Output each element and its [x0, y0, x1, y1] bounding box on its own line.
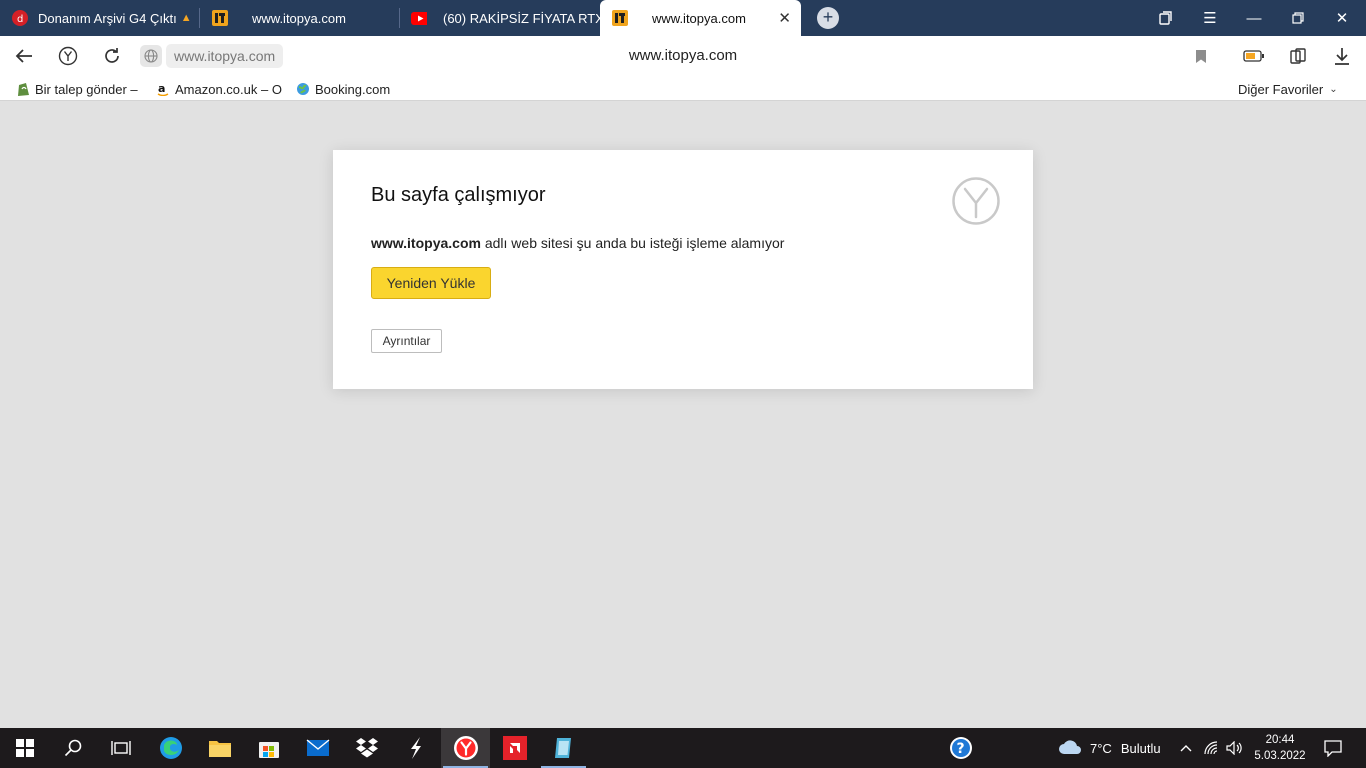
tab-youtube[interactable]: (60) RAKİPSİZ FİYATA RTX 3	[400, 0, 600, 36]
close-tab-icon[interactable]: ✕	[778, 9, 791, 27]
other-bookmarks-button[interactable]: Diğer Favoriler ⌄	[1238, 80, 1338, 98]
other-bookmarks-label: Diğer Favoriler	[1238, 81, 1324, 97]
volume-icon[interactable]	[1226, 728, 1242, 768]
start-button[interactable]	[0, 728, 49, 768]
svg-text:a: a	[158, 82, 165, 95]
help-icon[interactable]: ?	[936, 728, 985, 768]
taskbar: ? 7°C Bulutlu 20:44 5.03.2022	[0, 728, 1366, 768]
url-text[interactable]: www.itopya.com	[166, 44, 284, 68]
clock-date: 5.03.2022	[1254, 750, 1306, 762]
tab-strip: d Donanım Arşivi G4 Çıktı ▲ www.itopya.c…	[0, 0, 1366, 36]
weather-text: Bulutlu	[1120, 740, 1161, 756]
error-message: www.itopya.com adlı web sitesi şu anda b…	[371, 235, 784, 251]
yandex-browser-taskbar-icon[interactable]	[441, 728, 490, 768]
menu-icon[interactable]: ☰	[1188, 0, 1232, 36]
back-button[interactable]	[7, 36, 41, 76]
error-site: www.itopya.com	[371, 235, 481, 251]
reload-button[interactable]: Yeniden Yükle	[371, 267, 491, 299]
tab-title: www.itopya.com	[652, 10, 746, 26]
tab-title: Donanım Arşivi G4 Çıktı	[38, 10, 177, 26]
restore-button[interactable]	[1276, 0, 1320, 36]
tab-title: (60) RAKİPSİZ FİYATA RTX 3	[443, 10, 600, 26]
cloud-icon	[1058, 739, 1082, 758]
bookmark-label: Bir talep gönder –	[35, 81, 138, 97]
mail-icon[interactable]	[293, 728, 342, 768]
tab-itopya-active[interactable]: www.itopya.com ✕	[600, 0, 801, 36]
download-icon[interactable]	[1325, 36, 1359, 76]
error-message-text: adlı web sitesi şu anda bu isteği işleme…	[480, 235, 785, 251]
tab-itopya-1[interactable]: www.itopya.com	[200, 0, 400, 36]
yandex-home-button[interactable]	[51, 36, 85, 76]
task-view-icon[interactable]	[96, 728, 145, 768]
edge-icon[interactable]	[146, 728, 195, 768]
bookmark-icon[interactable]	[1184, 36, 1218, 76]
reload-icon[interactable]	[95, 36, 129, 76]
shopify-icon	[16, 82, 30, 96]
globe-icon	[296, 82, 310, 96]
amazon-icon: a	[156, 82, 170, 96]
search-icon[interactable]	[48, 728, 97, 768]
weather-temp: 7°C	[1090, 740, 1112, 756]
show-hidden-icons-chevron-icon[interactable]	[1180, 728, 1192, 768]
tab-donanim-arsivi[interactable]: d Donanım Arşivi G4 Çıktı ▲	[0, 0, 200, 36]
page-content: Bu sayfa çalışmıyor www.itopya.com adlı …	[0, 101, 1366, 728]
amd-software-icon[interactable]	[490, 728, 539, 768]
notification-center-icon[interactable]	[1324, 728, 1342, 768]
bookmark-label: Amazon.co.uk – O	[175, 81, 282, 97]
bookmark-item[interactable]: Booking.com	[296, 80, 390, 98]
battery-saver-icon[interactable]	[1237, 36, 1271, 76]
network-icon[interactable]	[1204, 728, 1220, 768]
fire-icon: ▲	[180, 12, 192, 24]
app-s-icon[interactable]	[391, 728, 440, 768]
collections-icon[interactable]	[1281, 36, 1315, 76]
bookmark-label: Booking.com	[315, 81, 391, 97]
clock-time: 20:44	[1265, 734, 1295, 746]
bookmark-item[interactable]: a Amazon.co.uk – O	[156, 80, 282, 98]
youtube-icon	[411, 10, 427, 26]
minimize-button[interactable]: —	[1232, 0, 1276, 36]
omnibox[interactable]: www.itopya.com	[140, 44, 284, 68]
error-card: Bu sayfa çalışmıyor www.itopya.com adlı …	[333, 150, 1033, 389]
tab-list-icon[interactable]	[1144, 0, 1188, 36]
tab-title: www.itopya.com	[252, 10, 346, 26]
svg-text:?: ?	[956, 741, 964, 757]
svg-text:d: d	[17, 14, 23, 25]
itopya-icon	[212, 10, 228, 26]
weather-widget[interactable]: 7°C Bulutlu	[1058, 728, 1161, 768]
bookmarks-bar: Bir talep gönder – a Amazon.co.uk – O Bo…	[0, 76, 1366, 101]
error-title: Bu sayfa çalışmıyor	[371, 184, 546, 206]
microsoft-store-icon[interactable]	[244, 728, 293, 768]
details-button[interactable]: Ayrıntılar	[371, 329, 442, 353]
close-window-button[interactable]: ✕	[1320, 0, 1364, 36]
clock[interactable]: 20:44 5.03.2022	[1252, 728, 1308, 768]
address-toolbar: www.itopya.com www.itopya.com	[0, 36, 1366, 76]
new-tab-button[interactable]: +	[817, 7, 839, 29]
snipping-tool-icon[interactable]	[539, 728, 588, 768]
chevron-down-icon: ⌄	[1329, 83, 1338, 95]
file-explorer-icon[interactable]	[195, 728, 244, 768]
yandex-logo-icon	[951, 176, 1001, 226]
site-globe-icon[interactable]	[140, 45, 162, 67]
bookmark-item[interactable]: Bir talep gönder –	[16, 80, 138, 98]
itopya-icon	[612, 10, 628, 26]
dropbox-icon[interactable]	[342, 728, 391, 768]
donanim-arsivi-icon: d	[12, 10, 28, 26]
